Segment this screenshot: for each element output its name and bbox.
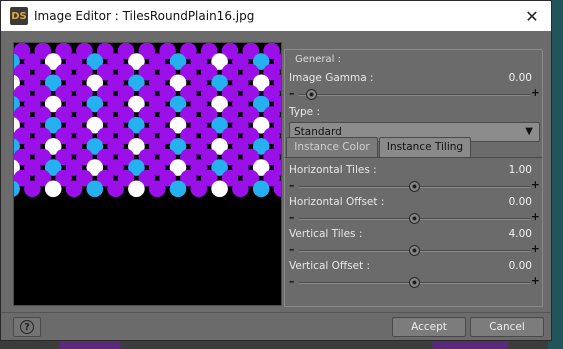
tile-dot <box>128 180 145 198</box>
cancel-button[interactable]: Cancel <box>470 317 544 337</box>
slider-thumb[interactable] <box>409 181 420 192</box>
vertical-offset-value[interactable]: 0.00 <box>492 260 532 272</box>
slider-decrement-icon[interactable]: – <box>289 275 295 288</box>
slider-decrement-icon[interactable]: – <box>289 243 295 256</box>
tile-dot <box>44 180 62 198</box>
tab-bar: Instance Color Instance Tiling <box>284 137 543 157</box>
close-button[interactable]: ✕ <box>521 5 543 27</box>
vertical-offset-slider[interactable]: – + <box>289 274 540 289</box>
image-gamma-label: Image Gamma : <box>289 72 374 84</box>
slider-increment-icon[interactable]: + <box>531 86 540 99</box>
image-editor-dialog: DS Image Editor : TilesRoundPlain16.jpg … <box>0 0 552 341</box>
slider-increment-icon[interactable]: + <box>531 274 540 287</box>
horizontal-offset-label: Horizontal Offset : <box>289 196 385 208</box>
tile-dot <box>211 180 228 198</box>
slider-decrement-icon[interactable]: – <box>289 179 295 192</box>
tile-dot <box>232 180 249 198</box>
general-group-legend: General : <box>293 54 343 65</box>
slider-track[interactable] <box>299 94 530 96</box>
texture-preview <box>13 42 282 306</box>
daz-studio-logo-icon: DS <box>10 7 28 25</box>
vertical-tiles-value[interactable]: 4.00 <box>492 228 532 240</box>
horizontal-offset-value[interactable]: 0.00 <box>492 196 532 208</box>
title-bar[interactable]: DS Image Editor : TilesRoundPlain16.jpg … <box>1 1 551 31</box>
tile-dot <box>107 180 124 198</box>
vertical-tiles-label: Vertical Tiles : <box>289 228 363 240</box>
tile-dot <box>252 180 270 198</box>
horizontal-offset-slider[interactable]: – + <box>289 210 540 225</box>
vertical-tiles-slider[interactable]: – + <box>289 242 540 257</box>
horizontal-tiles-value[interactable]: 1.00 <box>492 164 532 176</box>
slider-thumb[interactable] <box>305 89 317 100</box>
image-gamma-value[interactable]: 0.00 <box>492 72 532 84</box>
slider-increment-icon[interactable]: + <box>531 242 540 255</box>
tab-instance-tiling[interactable]: Instance Tiling <box>379 137 471 157</box>
horizontal-tiles-slider[interactable]: – + <box>289 178 540 193</box>
image-gamma-slider[interactable]: – + <box>289 86 540 101</box>
tile-dot <box>148 180 166 198</box>
instance-tiling-panel: Horizontal Tiles : 1.00 – + Horizontal O… <box>284 157 543 307</box>
type-label: Type : <box>289 106 320 118</box>
slider-increment-icon[interactable]: + <box>531 210 540 223</box>
slider-decrement-icon[interactable]: – <box>289 87 295 100</box>
help-icon: ? <box>20 320 34 334</box>
tile-dot <box>24 180 41 198</box>
tab-instance-color[interactable]: Instance Color <box>286 137 378 157</box>
window-title: Image Editor : TilesRoundPlain16.jpg <box>34 9 255 23</box>
slider-thumb[interactable] <box>409 245 420 256</box>
slider-thumb[interactable] <box>409 213 420 224</box>
tile-dot <box>169 180 187 198</box>
vertical-offset-label: Vertical Offset : <box>289 260 371 272</box>
slider-thumb[interactable] <box>409 277 420 288</box>
tile-dot <box>190 180 208 198</box>
tile-preview-image <box>14 43 281 305</box>
help-button[interactable]: ? <box>13 317 41 337</box>
slider-increment-icon[interactable]: + <box>531 178 540 191</box>
tile-dot <box>86 180 104 198</box>
accept-button[interactable]: Accept <box>392 317 466 337</box>
slider-decrement-icon[interactable]: – <box>289 211 295 224</box>
tile-dot <box>65 180 83 198</box>
dialog-footer: ? Accept Cancel <box>1 312 551 342</box>
properties-panel: General : Image Gamma : 0.00 – + Type : … <box>284 39 543 307</box>
horizontal-tiles-label: Horizontal Tiles : <box>289 164 377 176</box>
